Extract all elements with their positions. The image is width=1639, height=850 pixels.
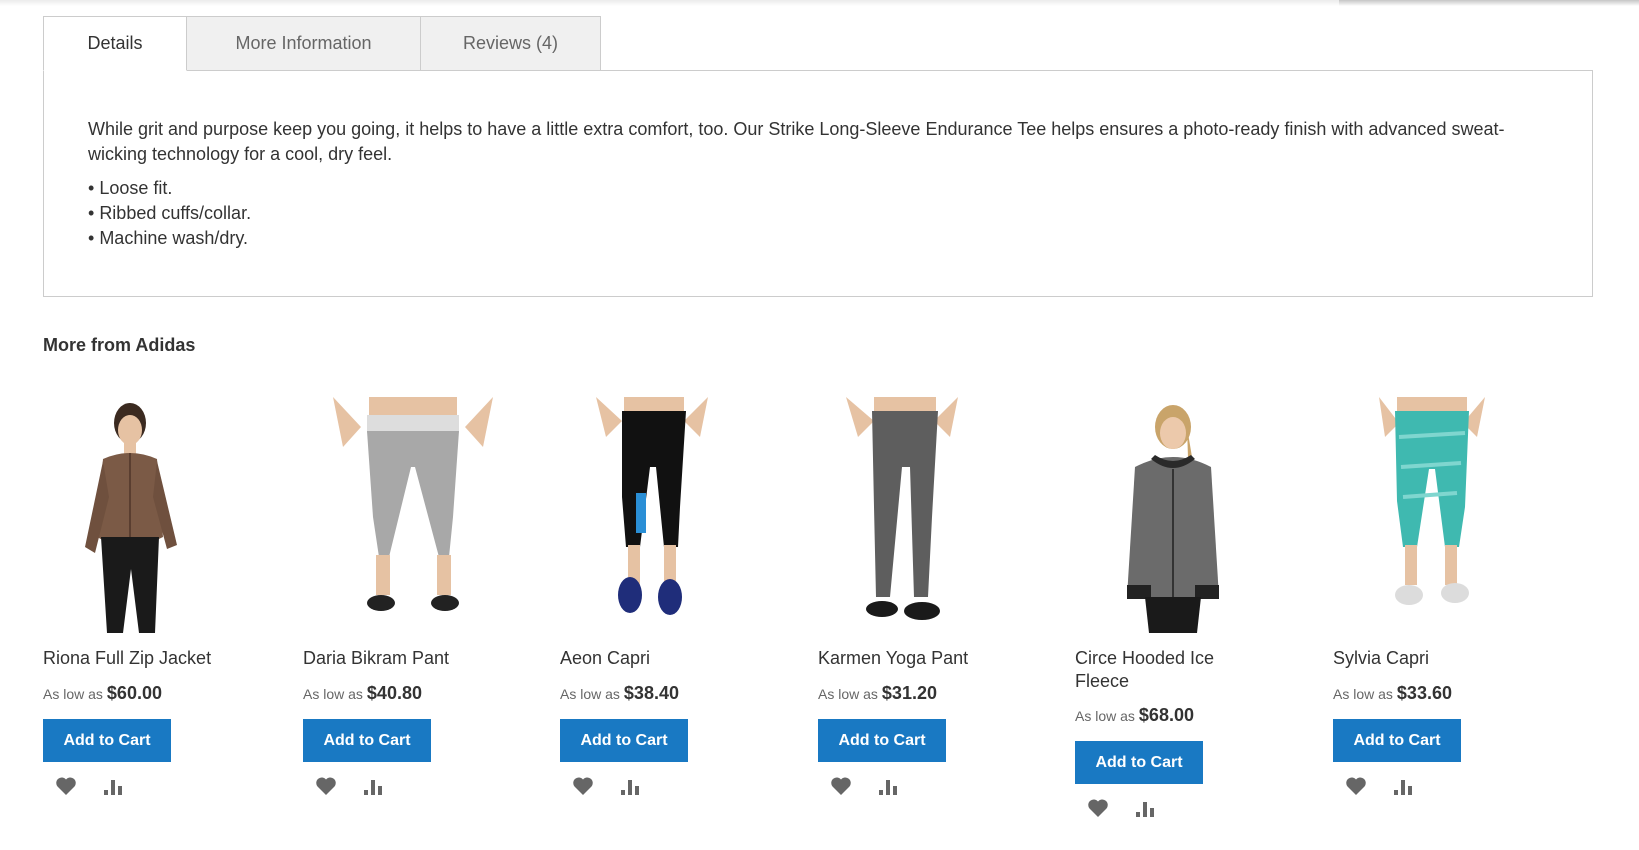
feature-list: Loose fit. Ribbed cuffs/collar. Machine … [88, 176, 251, 251]
tab-more-information[interactable]: More Information [187, 16, 421, 71]
details-panel: While grit and purpose keep you going, i… [43, 70, 1593, 297]
price-amount: $40.80 [366, 683, 422, 703]
add-to-cart-button[interactable]: Add to Cart [1075, 741, 1203, 784]
add-to-cart-button[interactable]: Add to Cart [303, 719, 431, 762]
heart-icon[interactable] [53, 773, 79, 799]
related-products-title: More from Adidas [43, 335, 196, 355]
product-actions [570, 773, 644, 799]
product-actions [53, 773, 127, 799]
add-to-cart-button[interactable]: Add to Cart [1333, 719, 1461, 762]
product-price: As low as $68.00 [1075, 705, 1194, 726]
price-prefix: As low as [303, 686, 363, 702]
product-image[interactable] [43, 397, 263, 633]
price-amount: $33.60 [1396, 683, 1452, 703]
tab-reviews[interactable]: Reviews (4) [421, 16, 601, 71]
feature-item: Loose fit. [88, 176, 251, 201]
product-name[interactable]: Karmen Yoga Pant [818, 647, 998, 670]
product-image[interactable] [303, 397, 523, 633]
price-amount: $31.20 [881, 683, 937, 703]
product-price: As low as $38.40 [560, 683, 679, 704]
bar-chart-icon[interactable] [1133, 795, 1159, 821]
heart-icon[interactable] [570, 773, 596, 799]
feature-item: Machine wash/dry. [88, 226, 251, 251]
product-card: Aeon Capri As low as $38.40 Add to Cart [560, 397, 780, 795]
header-shadow-right [1339, 0, 1639, 6]
product-card: Daria Bikram Pant As low as $40.80 Add to… [303, 397, 523, 795]
price-prefix: As low as [1333, 686, 1393, 702]
heart-icon[interactable] [313, 773, 339, 799]
add-to-cart-button[interactable]: Add to Cart [43, 719, 171, 762]
bar-chart-icon[interactable] [1391, 773, 1417, 799]
price-prefix: As low as [560, 686, 620, 702]
product-price: As low as $40.80 [303, 683, 422, 704]
product-image[interactable] [560, 397, 780, 633]
price-amount: $38.40 [623, 683, 679, 703]
product-actions [1085, 795, 1159, 821]
add-to-cart-button[interactable]: Add to Cart [560, 719, 688, 762]
bar-chart-icon[interactable] [618, 773, 644, 799]
product-info-tabs: Details More Information Reviews (4) [43, 16, 601, 71]
heart-icon[interactable] [828, 773, 854, 799]
tab-details[interactable]: Details [43, 16, 187, 71]
product-card: Sylvia Capri As low as $33.60 Add to Cart [1333, 397, 1553, 795]
product-image[interactable] [1333, 397, 1553, 633]
price-amount: $60.00 [106, 683, 162, 703]
product-actions [313, 773, 387, 799]
price-prefix: As low as [43, 686, 103, 702]
product-price: As low as $31.20 [818, 683, 937, 704]
price-prefix: As low as [818, 686, 878, 702]
product-name[interactable]: Daria Bikram Pant [303, 647, 483, 670]
product-image[interactable] [1075, 397, 1295, 633]
bar-chart-icon[interactable] [361, 773, 387, 799]
price-amount: $68.00 [1138, 705, 1194, 725]
product-name[interactable]: Riona Full Zip Jacket [43, 647, 223, 670]
bar-chart-icon[interactable] [101, 773, 127, 799]
add-to-cart-button[interactable]: Add to Cart [818, 719, 946, 762]
heart-icon[interactable] [1343, 773, 1369, 799]
product-name[interactable]: Aeon Capri [560, 647, 740, 670]
heart-icon[interactable] [1085, 795, 1111, 821]
feature-item: Ribbed cuffs/collar. [88, 201, 251, 226]
product-price: As low as $33.60 [1333, 683, 1452, 704]
product-card: Karmen Yoga Pant As low as $31.20 Add to … [818, 397, 1038, 795]
product-card: Riona Full Zip Jacket As low as $60.00 Ad… [43, 397, 263, 795]
product-name[interactable]: Sylvia Capri [1333, 647, 1513, 670]
price-prefix: As low as [1075, 708, 1135, 724]
product-description: While grit and purpose keep you going, i… [88, 119, 1505, 164]
product-actions [1343, 773, 1417, 799]
product-actions [828, 773, 902, 799]
product-name[interactable]: Circe Hooded Ice Fleece [1075, 647, 1255, 693]
product-price: As low as $60.00 [43, 683, 162, 704]
product-card: Circe Hooded Ice Fleece As low as $68.00 … [1075, 397, 1295, 817]
product-image[interactable] [818, 397, 1038, 633]
bar-chart-icon[interactable] [876, 773, 902, 799]
